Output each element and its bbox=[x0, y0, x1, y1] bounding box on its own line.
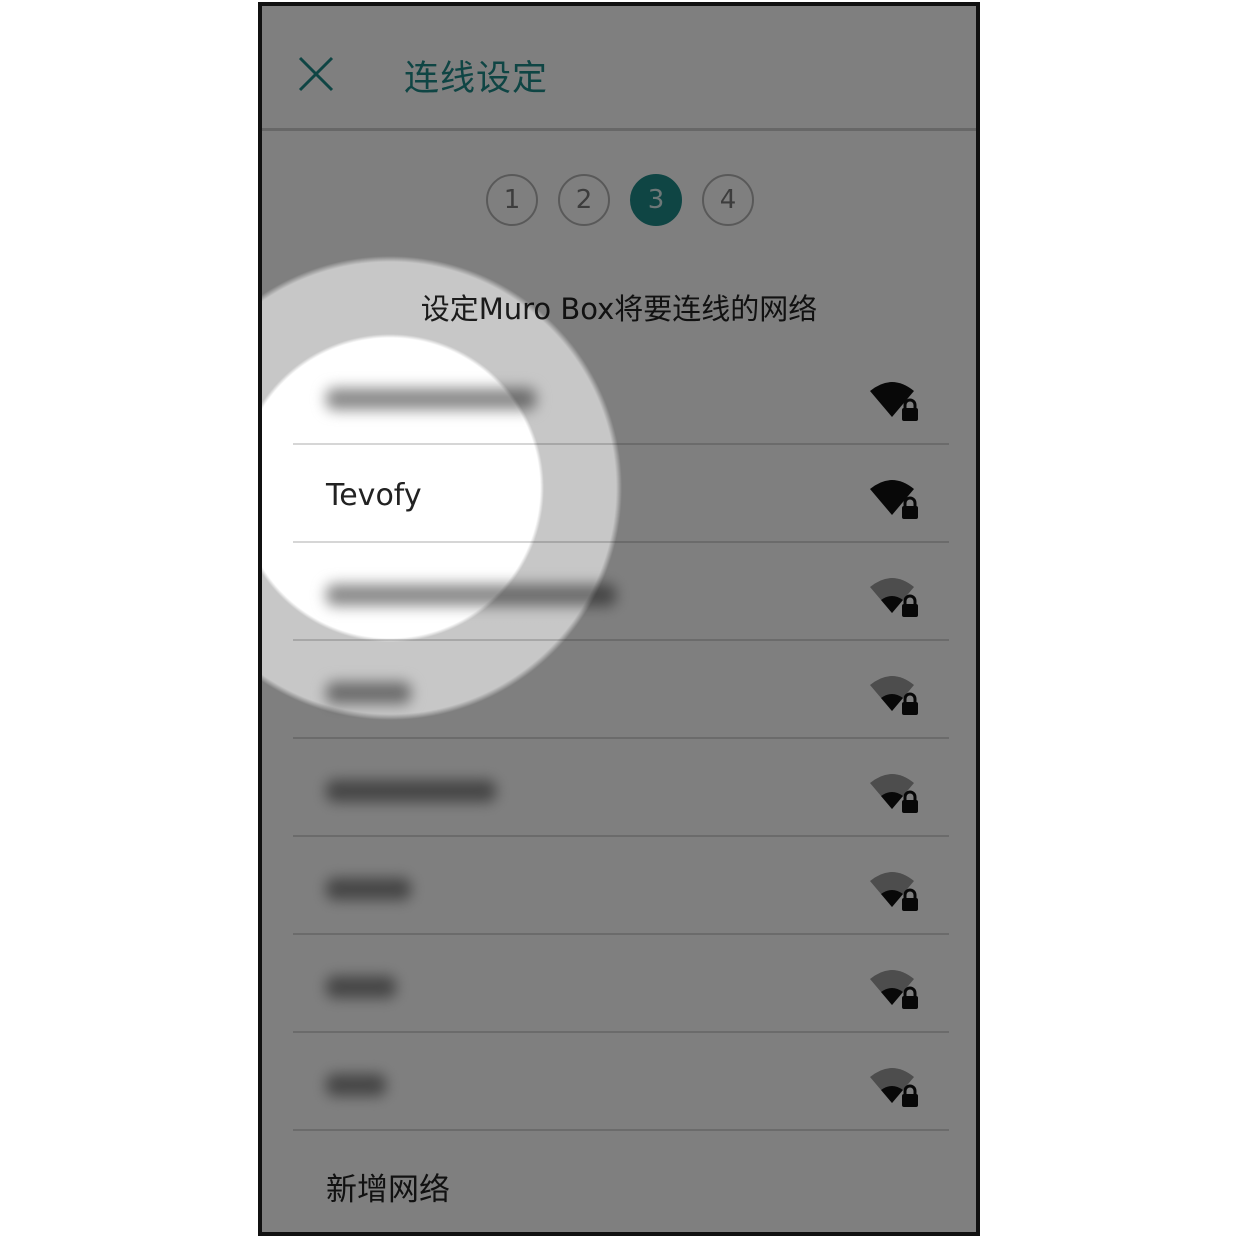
network-row[interactable] bbox=[293, 644, 949, 739]
network-name-blurred bbox=[326, 674, 411, 704]
network-row[interactable] bbox=[293, 546, 949, 641]
network-name-blurred bbox=[326, 870, 411, 900]
network-name-blurred bbox=[326, 380, 536, 410]
step-1: 1 bbox=[486, 174, 538, 226]
wifi-lock-icon bbox=[870, 872, 918, 911]
network-name: Tevofy bbox=[326, 478, 422, 513]
wifi-lock-icon bbox=[870, 774, 918, 813]
network-row[interactable] bbox=[293, 938, 949, 1033]
step-4: 4 bbox=[702, 174, 754, 226]
step-2: 2 bbox=[558, 174, 610, 226]
network-name-blurred bbox=[326, 576, 616, 606]
page-title: 连线设定 bbox=[404, 59, 549, 99]
wifi-lock-icon bbox=[870, 676, 918, 715]
connection-setup-screen: 连线设定 1 2 3 4 设定Muro Box将要连线的网络 Tevofy 新增… bbox=[262, 6, 976, 1232]
network-name-blurred bbox=[326, 772, 496, 802]
network-row[interactable] bbox=[293, 840, 949, 935]
network-name-blurred bbox=[326, 968, 396, 998]
close-icon[interactable] bbox=[292, 50, 340, 98]
network-row[interactable] bbox=[293, 1036, 949, 1131]
network-row[interactable] bbox=[293, 350, 949, 445]
wifi-lock-icon bbox=[870, 970, 918, 1009]
network-row[interactable]: Tevofy bbox=[293, 448, 949, 543]
app-header: 连线设定 bbox=[262, 6, 976, 131]
step-3-active: 3 bbox=[630, 174, 682, 226]
add-network-label: 新增网络 bbox=[326, 1172, 450, 1208]
add-network-button[interactable]: 新增网络 bbox=[293, 1134, 949, 1229]
wifi-lock-icon bbox=[870, 1068, 918, 1107]
network-row[interactable] bbox=[293, 742, 949, 837]
wifi-lock-icon bbox=[870, 382, 918, 421]
phone-frame: 连线设定 1 2 3 4 设定Muro Box将要连线的网络 Tevofy 新增… bbox=[258, 2, 980, 1236]
instruction-text: 设定Muro Box将要连线的网络 bbox=[420, 292, 818, 326]
wifi-lock-icon bbox=[870, 480, 918, 519]
network-name-blurred bbox=[326, 1066, 386, 1096]
wifi-lock-icon bbox=[870, 578, 918, 617]
